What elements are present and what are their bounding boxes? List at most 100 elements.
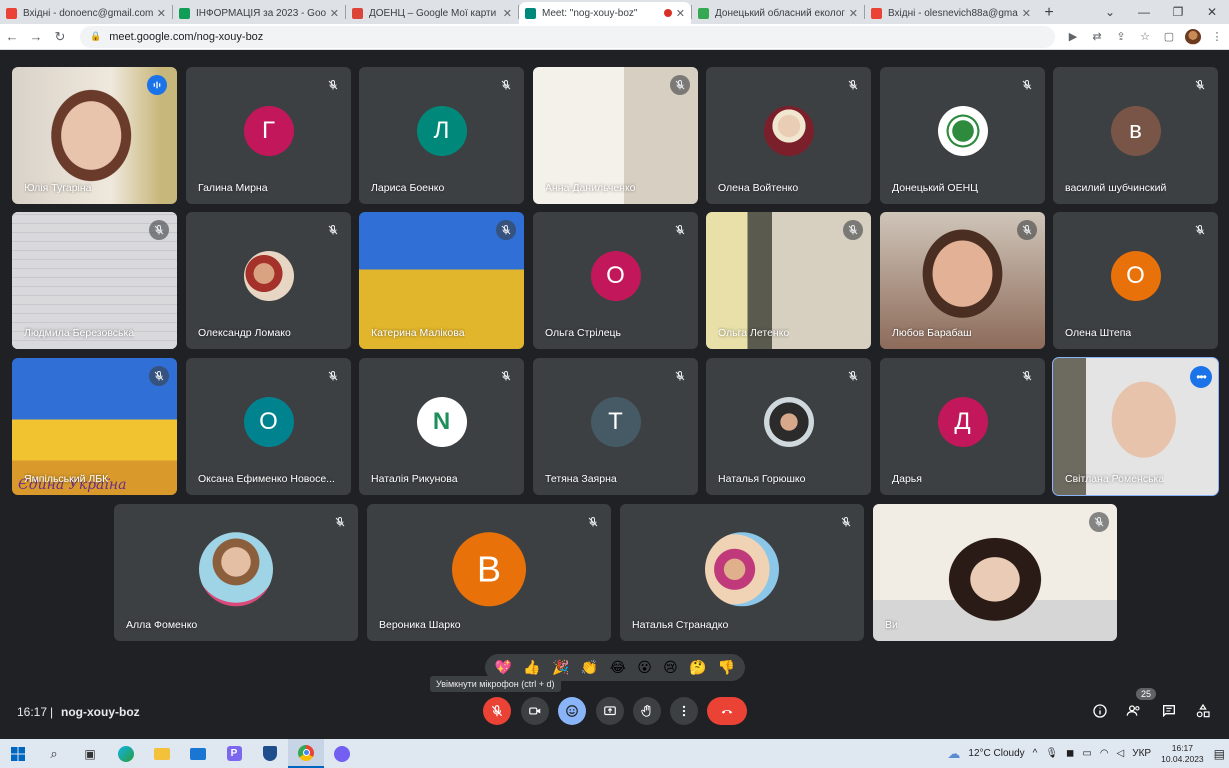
search-taskbar-button[interactable]: ⌕	[36, 739, 72, 768]
tile-options-icon[interactable]: •••	[1190, 366, 1212, 388]
side-panel-icon[interactable]: ▢	[1157, 26, 1181, 48]
task-view-button[interactable]: ▣	[72, 739, 108, 768]
viber-taskbar-button[interactable]	[324, 739, 360, 768]
raise-hand-button[interactable]	[633, 697, 661, 725]
activities-button[interactable]	[1192, 700, 1214, 722]
defender-taskbar-button[interactable]	[252, 739, 288, 768]
close-tab-icon[interactable]: ✕	[330, 7, 339, 20]
camera-toggle-button[interactable]	[521, 697, 549, 725]
muted-mic-icon	[843, 75, 863, 95]
browser-tab[interactable]: Донецький обласний еколого- ✕	[692, 2, 864, 24]
volume-icon[interactable]: ◁	[1117, 748, 1125, 759]
participant-tile[interactable]: В Вероника Шарко	[367, 504, 611, 641]
taskbar-clock[interactable]: 16:17 10.04.2023	[1161, 743, 1204, 765]
reaction-emoji-button[interactable]: 💖	[495, 660, 512, 676]
participant-tile[interactable]: Наталья Горюшко	[706, 358, 871, 495]
participant-name: Олена Штепа	[1065, 327, 1132, 339]
translate-icon[interactable]: ⇄	[1085, 26, 1109, 48]
chrome-taskbar-button[interactable]	[288, 739, 324, 768]
new-tab-button[interactable]: +	[1037, 2, 1061, 24]
reaction-emoji-button[interactable]: 😂	[610, 660, 626, 676]
participant-tile[interactable]: Анна Данильченко	[533, 67, 698, 204]
participant-tile[interactable]: Любов Барабаш	[880, 212, 1045, 349]
participant-tile[interactable]: Єдина Україна Ямпільський ЛБК	[12, 358, 177, 495]
participant-tile[interactable]: О Оксана Ефименко Новосе...	[186, 358, 351, 495]
leave-call-button[interactable]	[707, 697, 747, 725]
tab-search-icon[interactable]: ⌄	[1093, 0, 1127, 24]
task-view-icon: ▣	[84, 746, 96, 761]
participant-name: Ямпільський ЛБК	[24, 473, 109, 485]
tray-chevron-icon[interactable]: ^	[1033, 748, 1038, 759]
participant-tile[interactable]: Л Лариса Боенко	[359, 67, 524, 204]
reaction-emoji-button[interactable]: 👎	[718, 660, 735, 676]
close-tab-icon[interactable]: ✕	[157, 7, 166, 20]
reaction-emoji-button[interactable]: 🤔	[689, 660, 706, 676]
participant-tile[interactable]: Ольга Летенко	[706, 212, 871, 349]
close-tab-icon[interactable]: ✕	[1022, 7, 1031, 20]
browser-tab[interactable]: ІНФОРМАЦІЯ за 2023 - Google ✕	[173, 2, 345, 24]
participant-tile[interactable]: Г Галина Мирна	[186, 67, 351, 204]
reload-button[interactable]: ↻	[48, 25, 72, 49]
weather-text[interactable]: 12°C Cloudy	[968, 748, 1024, 759]
reactions-button[interactable]	[558, 697, 586, 725]
meeting-details-button[interactable]	[1089, 700, 1111, 722]
participant-tile[interactable]: Катерина Малікова	[359, 212, 524, 349]
reaction-emoji-button[interactable]: 👏	[581, 660, 598, 676]
close-tab-icon[interactable]: ✕	[676, 7, 685, 20]
participant-tile[interactable]: Ви	[873, 504, 1117, 641]
browser-tab[interactable]: ДОЕНЦ – Google Мої карти ✕	[346, 2, 518, 24]
restore-button[interactable]: ❐	[1161, 0, 1195, 24]
chrome-icon	[298, 744, 314, 761]
participant-tile[interactable]: ••• Світлана Роменська	[1052, 357, 1219, 496]
mic-toggle-button[interactable]	[483, 697, 511, 725]
present-screen-button[interactable]	[596, 697, 624, 725]
reaction-emoji-button[interactable]: 😮	[637, 660, 652, 676]
browser-tab[interactable]: Meet: "nog-xouy-boz" ✕	[519, 2, 691, 24]
forward-button[interactable]: →	[24, 25, 48, 49]
more-options-button[interactable]	[670, 697, 698, 725]
participant-tile[interactable]: О Ольга Стрілець	[533, 212, 698, 349]
tab-label: ДОЕНЦ – Google Мої карти	[369, 7, 497, 19]
browser-tab[interactable]: Вхідні - donoenc@gmail.com - G ✕	[0, 2, 172, 24]
explorer-taskbar-button[interactable]	[144, 739, 180, 768]
browser-tab[interactable]: Вхідні - olesnevich88a@gmail.co ✕	[865, 2, 1037, 24]
language-indicator[interactable]: УКР	[1132, 748, 1151, 759]
participant-tile[interactable]: Донецький ОЕНЦ	[880, 67, 1045, 204]
reaction-emoji-button[interactable]: 😢	[663, 660, 678, 676]
publisher-taskbar-button[interactable]: P	[216, 739, 252, 768]
participant-tile[interactable]: Наталья Странадко	[620, 504, 864, 641]
wifi-icon[interactable]: ◠	[1100, 748, 1109, 759]
close-window-button[interactable]: ✕	[1195, 0, 1229, 24]
mail-taskbar-button[interactable]	[180, 739, 216, 768]
edge-taskbar-button[interactable]	[108, 739, 144, 768]
share-icon[interactable]: ⇪	[1109, 26, 1133, 48]
people-button[interactable]	[1123, 700, 1145, 722]
camera-in-use-icon[interactable]: ▶	[1061, 26, 1085, 48]
participant-tile[interactable]: Юлія Тугаріна	[12, 67, 177, 204]
participant-tile[interactable]: О Олена Штепа	[1053, 212, 1218, 349]
minimize-button[interactable]: —	[1127, 0, 1161, 24]
participant-tile[interactable]: Олена Войтенко	[706, 67, 871, 204]
reaction-emoji-button[interactable]: 👍	[523, 660, 540, 676]
url-field[interactable]: 🔒 meet.google.com/nog-xouy-boz	[80, 25, 1055, 48]
reaction-emoji-button[interactable]: 🎉	[552, 660, 569, 676]
participant-tile[interactable]: Т Тетяна Заярна	[533, 358, 698, 495]
chat-button[interactable]	[1158, 700, 1180, 722]
participant-name: Катерина Малікова	[371, 327, 465, 339]
muted-mic-icon	[1190, 75, 1210, 95]
participant-tile[interactable]: Д Дарья	[880, 358, 1045, 495]
close-tab-icon[interactable]: ✕	[503, 7, 512, 20]
bookmark-star-icon[interactable]: ☆	[1133, 26, 1157, 48]
participant-tile[interactable]: Олександр Ломако	[186, 212, 351, 349]
battery-icon[interactable]: ▭	[1082, 748, 1091, 759]
back-button[interactable]: ←	[0, 25, 24, 49]
close-tab-icon[interactable]: ✕	[849, 7, 858, 20]
browser-menu-icon[interactable]: ⋮	[1205, 26, 1229, 48]
windows-start-button[interactable]	[0, 739, 36, 768]
participant-tile[interactable]: Людмила Березовська	[12, 212, 177, 349]
profile-avatar[interactable]	[1181, 26, 1205, 48]
participant-tile[interactable]: в василий шубчинский	[1053, 67, 1218, 204]
participant-tile[interactable]: Алла Фоменко	[114, 504, 358, 641]
notifications-icon[interactable]: ▤	[1214, 747, 1225, 761]
participant-tile[interactable]: N Наталія Рикунова	[359, 358, 524, 495]
